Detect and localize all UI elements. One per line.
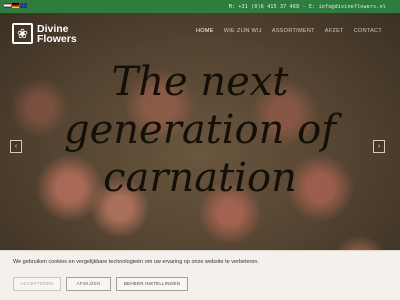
nav-item-contact[interactable]: CONTACT <box>354 28 382 34</box>
reject-cookies-button[interactable]: AFWIJZEN <box>66 277 111 291</box>
logo-text-line2: Flowers <box>37 32 77 45</box>
cookie-banner: We gebruiken cookies en vergelijkbare te… <box>0 250 400 300</box>
flag-de-icon[interactable] <box>12 3 19 8</box>
chevron-right-icon: › <box>377 143 381 150</box>
nav-item-assortiment[interactable]: ASSORTIMENT <box>272 28 315 34</box>
main-nav: HOME WIE ZIJN WIJ ASSORTIMENT AFZET CONT… <box>196 28 382 34</box>
flower-logo-icon: ❀ <box>12 23 33 44</box>
nav-item-home[interactable]: HOME <box>196 28 214 34</box>
prev-slide-button[interactable]: ‹ <box>10 140 22 153</box>
logo-text-line1: Divine <box>37 22 69 35</box>
site-logo[interactable]: ❀ Divine Flowers <box>12 23 77 44</box>
next-slide-button[interactable]: › <box>373 140 385 153</box>
hero-headline: The next generation of carnation <box>0 58 400 202</box>
manage-cookies-button[interactable]: BEHEER INSTELLINGEN <box>116 277 188 291</box>
flag-nl-icon[interactable] <box>4 3 11 8</box>
headline-line: The next <box>111 59 289 105</box>
top-utility-bar: M: +31 (0)6 415 37 468 - E: info@divinef… <box>0 0 400 13</box>
nav-item-wie-zijn-wij[interactable]: WIE ZIJN WIJ <box>224 28 262 34</box>
flag-en-icon[interactable] <box>20 3 27 8</box>
accept-cookies-button[interactable]: ACCEPTEREN <box>13 277 61 291</box>
cookie-message: We gebruiken cookies en vergelijkbare te… <box>13 259 260 265</box>
contact-info[interactable]: M: +31 (0)6 415 37 468 - E: info@divinef… <box>229 4 386 10</box>
nav-item-afzet[interactable]: AFZET <box>325 28 344 34</box>
language-switcher <box>4 3 27 8</box>
chevron-left-icon: ‹ <box>14 143 18 150</box>
headline-line: carnation <box>103 155 297 201</box>
headline-line: generation of <box>64 107 336 153</box>
